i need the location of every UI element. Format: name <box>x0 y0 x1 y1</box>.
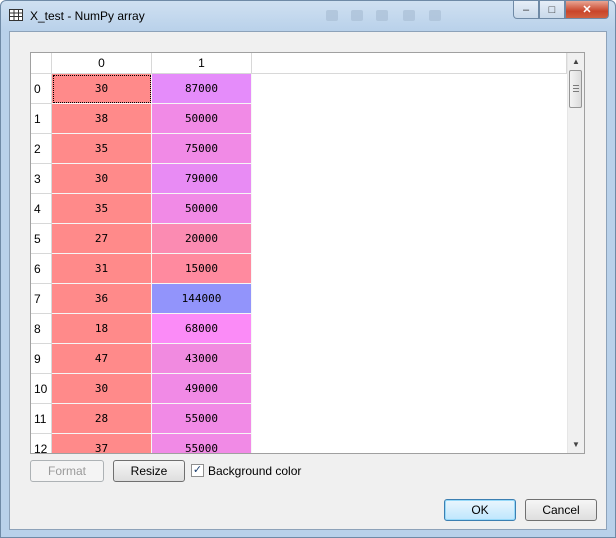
cancel-button[interactable]: Cancel <box>525 499 597 521</box>
row-header[interactable]: 5 <box>31 224 52 254</box>
table-cell[interactable]: 35 <box>52 134 152 164</box>
dialog-body: 0 1 0 30 87000 1 38 50000 2 35 75000 3 30 79000 4 35 5… <box>9 31 607 530</box>
table-cell[interactable]: 30 <box>52 374 152 404</box>
table-cell[interactable]: 28 <box>52 404 152 434</box>
grip-line <box>573 91 579 92</box>
row-header[interactable]: 1 <box>31 104 52 134</box>
table-cell[interactable]: 47 <box>52 344 152 374</box>
minimize-button[interactable]: – <box>513 1 539 19</box>
empty-header-area <box>252 53 567 74</box>
row-header[interactable]: 2 <box>31 134 52 164</box>
window-controls: – □ ✕ <box>513 1 609 21</box>
table-cell[interactable]: 68000 <box>152 314 252 344</box>
grip-line <box>573 88 579 89</box>
background-toolbar-icon <box>326 10 338 21</box>
table-cell[interactable]: 15000 <box>152 254 252 284</box>
background-color-checkbox[interactable]: ✓ <box>191 464 204 477</box>
resize-button[interactable]: Resize <box>113 460 185 482</box>
row-header[interactable]: 4 <box>31 194 52 224</box>
row-header[interactable]: 10 <box>31 374 52 404</box>
row-header[interactable]: 6 <box>31 254 52 284</box>
table-cell[interactable]: 50000 <box>152 104 252 134</box>
table-cell[interactable]: 75000 <box>152 134 252 164</box>
table-cell[interactable]: 49000 <box>152 374 252 404</box>
row-header[interactable]: 11 <box>31 404 52 434</box>
close-button[interactable]: ✕ <box>565 1 609 19</box>
table-cell[interactable]: 37 <box>52 434 152 453</box>
table-cell[interactable]: 27 <box>52 224 152 254</box>
ok-button[interactable]: OK <box>444 499 516 521</box>
grip-line <box>573 85 579 86</box>
table-cell[interactable]: 79000 <box>152 164 252 194</box>
column-header-0[interactable]: 0 <box>52 53 152 74</box>
table-cell[interactable]: 31 <box>52 254 152 284</box>
background-toolbar-icon <box>351 10 363 21</box>
row-header[interactable]: 9 <box>31 344 52 374</box>
background-toolbar-icon <box>429 10 441 21</box>
table-cell[interactable]: 30 <box>52 74 152 104</box>
table-cell[interactable]: 36 <box>52 284 152 314</box>
scroll-down-arrow-icon[interactable]: ▼ <box>568 436 584 453</box>
row-header[interactable]: 12 <box>31 434 52 453</box>
row-header[interactable]: 0 <box>31 74 52 104</box>
table-cell[interactable]: 144000 <box>152 284 252 314</box>
vertical-scrollbar[interactable]: ▲ ▼ <box>567 53 584 453</box>
table-cell[interactable]: 30 <box>52 164 152 194</box>
scroll-thumb[interactable] <box>569 70 582 108</box>
table-cell[interactable]: 18 <box>52 314 152 344</box>
background-toolbar-icon <box>376 10 388 21</box>
table-cell[interactable]: 55000 <box>152 404 252 434</box>
background-toolbar-icon <box>403 10 415 21</box>
table-cell[interactable]: 87000 <box>152 74 252 104</box>
column-header-1[interactable]: 1 <box>152 53 252 74</box>
format-button[interactable]: Format <box>30 460 104 482</box>
row-header[interactable]: 8 <box>31 314 52 344</box>
table-cell[interactable]: 43000 <box>152 344 252 374</box>
table-cell[interactable]: 55000 <box>152 434 252 453</box>
title-bar[interactable]: X_test - NumPy array – □ ✕ <box>1 1 615 31</box>
background-color-label: Background color <box>208 464 302 478</box>
table-cell[interactable]: 38 <box>52 104 152 134</box>
maximize-button[interactable]: □ <box>539 1 565 19</box>
table-cell[interactable]: 20000 <box>152 224 252 254</box>
row-header[interactable]: 7 <box>31 284 52 314</box>
scroll-up-arrow-icon[interactable]: ▲ <box>568 53 584 70</box>
window-title: X_test - NumPy array <box>30 9 145 23</box>
table-cell[interactable]: 50000 <box>152 194 252 224</box>
table-icon <box>9 9 23 21</box>
table-cell[interactable]: 35 <box>52 194 152 224</box>
table-corner <box>31 53 52 74</box>
numpy-array-dialog: X_test - NumPy array – □ ✕ 0 1 0 30 87000 1… <box>0 0 616 538</box>
row-header[interactable]: 3 <box>31 164 52 194</box>
array-table[interactable]: 0 1 0 30 87000 1 38 50000 2 35 75000 3 30 79000 4 35 5… <box>30 52 585 454</box>
